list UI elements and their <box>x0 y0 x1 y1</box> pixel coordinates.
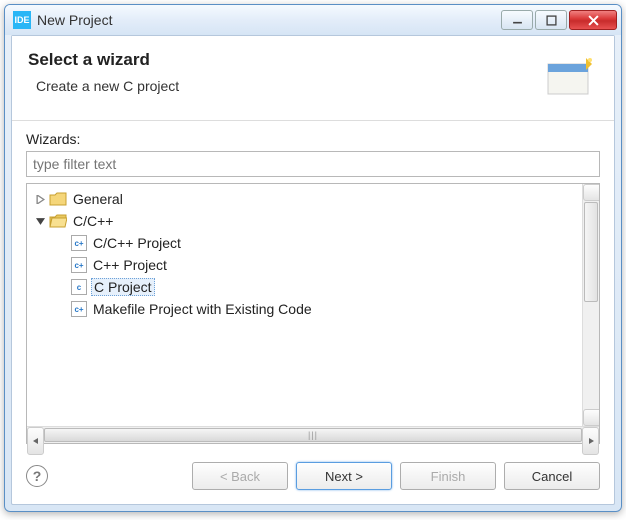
page-title: Select a wizard <box>28 50 542 70</box>
tree-scroll: General C/C++ <box>27 184 599 426</box>
page-subtitle: Create a new C project <box>28 78 542 94</box>
header-panel: Select a wizard Create a new C project <box>12 36 614 121</box>
tree-item-label: C++ Project <box>91 257 169 273</box>
tree-item-label: General <box>71 191 125 207</box>
app-icon: IDE <box>13 11 31 29</box>
close-button[interactable] <box>569 10 617 30</box>
makefile-project-icon: c+ <box>71 301 87 317</box>
vertical-scrollbar[interactable] <box>582 184 599 426</box>
help-button[interactable]: ? <box>26 465 48 487</box>
window-controls <box>501 10 617 30</box>
scroll-thumb-h[interactable]: ||| <box>44 428 582 442</box>
wizard-banner-icon <box>542 50 598 106</box>
folder-open-icon <box>49 214 67 228</box>
filter-input[interactable] <box>26 151 600 177</box>
window-title: New Project <box>37 12 501 28</box>
tree-item-ccpp-project[interactable]: c+ C/C++ Project <box>27 232 599 254</box>
client-area: Select a wizard Create a new C project W… <box>11 35 615 505</box>
scroll-up-button[interactable] <box>583 184 599 201</box>
tree-item-cpp-project[interactable]: c+ C++ Project <box>27 254 599 276</box>
maximize-button[interactable] <box>535 10 567 30</box>
wizards-label: Wizards: <box>26 131 600 147</box>
expand-collapsed-icon[interactable] <box>33 192 47 206</box>
expander-placeholder <box>55 236 69 250</box>
wizard-tree: General C/C++ <box>27 184 599 324</box>
cancel-button[interactable]: Cancel <box>504 462 600 490</box>
next-button[interactable]: Next > <box>296 462 392 490</box>
cpp-project-icon: c+ <box>71 257 87 273</box>
tree-item-label: C Project <box>91 278 155 296</box>
tree-item-label: Makefile Project with Existing Code <box>91 301 314 317</box>
tree-item-general[interactable]: General <box>27 188 599 210</box>
titlebar[interactable]: IDE New Project <box>5 5 621 35</box>
button-bar: ? < Back Next > Finish Cancel <box>12 448 614 504</box>
minimize-button[interactable] <box>501 10 533 30</box>
scroll-thumb[interactable] <box>584 202 598 302</box>
content-area: Wizards: General <box>12 121 614 448</box>
expander-placeholder <box>55 280 69 294</box>
dialog-window: IDE New Project Select a wizard Create a… <box>4 4 622 512</box>
c-project-icon: c <box>71 279 87 295</box>
wizard-tree-container: General C/C++ <box>26 183 600 444</box>
scroll-down-button[interactable] <box>583 409 599 426</box>
expand-expanded-icon[interactable] <box>33 214 47 228</box>
finish-button[interactable]: Finish <box>400 462 496 490</box>
folder-icon <box>49 192 67 206</box>
horizontal-scrollbar[interactable]: ||| <box>27 426 599 443</box>
back-button[interactable]: < Back <box>192 462 288 490</box>
tree-item-label: C/C++ <box>71 213 115 229</box>
tree-item-c-project[interactable]: c C Project <box>27 276 599 298</box>
tree-item-ccpp[interactable]: C/C++ <box>27 210 599 232</box>
expander-placeholder <box>55 258 69 272</box>
tree-item-makefile-project[interactable]: c+ Makefile Project with Existing Code <box>27 298 599 320</box>
tree-item-label: C/C++ Project <box>91 235 183 251</box>
c-project-icon: c+ <box>71 235 87 251</box>
expander-placeholder <box>55 302 69 316</box>
